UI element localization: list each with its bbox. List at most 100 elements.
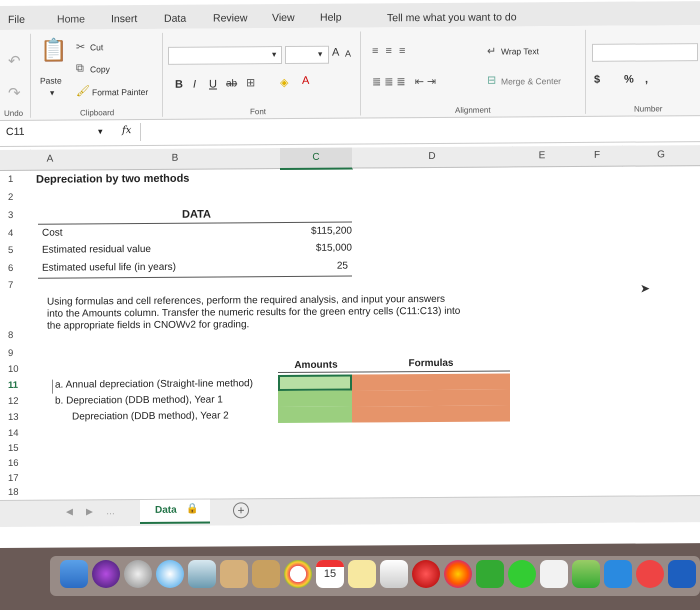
launchpad-icon[interactable] bbox=[124, 560, 152, 588]
shrink-font-button[interactable]: A bbox=[345, 49, 351, 59]
row-header[interactable]: 10 bbox=[8, 364, 28, 375]
percent-button[interactable]: % bbox=[624, 74, 634, 86]
strikethrough-button[interactable]: ab bbox=[226, 78, 237, 89]
scissors-icon[interactable]: ✂ bbox=[76, 40, 85, 53]
tab-view[interactable]: View bbox=[272, 12, 295, 24]
life-value[interactable]: 25 bbox=[280, 261, 348, 272]
numbers-icon[interactable] bbox=[572, 560, 600, 588]
tab-review[interactable]: Review bbox=[213, 12, 247, 24]
row-header[interactable]: 11 bbox=[8, 380, 28, 391]
row-header[interactable]: 9 bbox=[8, 348, 28, 359]
row-header[interactable]: 1 bbox=[8, 174, 28, 185]
amount-cell-c11[interactable] bbox=[278, 374, 352, 392]
amount-cell-c13[interactable] bbox=[278, 406, 352, 424]
pages-icon[interactable] bbox=[604, 560, 632, 588]
chrome-icon[interactable] bbox=[284, 560, 312, 588]
number-format-select[interactable] bbox=[592, 43, 698, 62]
ellipsis-icon[interactable]: … bbox=[106, 506, 115, 516]
formula-cell-d12[interactable] bbox=[352, 389, 510, 407]
column-header-a[interactable]: A bbox=[30, 149, 71, 171]
tab-file[interactable]: File bbox=[8, 14, 25, 26]
chevron-down-icon[interactable]: ▾ bbox=[98, 126, 103, 137]
reminders-icon[interactable] bbox=[380, 560, 408, 588]
row-header[interactable]: 18 bbox=[8, 487, 28, 498]
residual-value[interactable]: $15,000 bbox=[280, 243, 352, 255]
safari-icon[interactable] bbox=[156, 560, 184, 588]
row-header[interactable]: 15 bbox=[8, 443, 28, 454]
row-header[interactable]: 14 bbox=[8, 428, 28, 439]
stickies-icon[interactable] bbox=[348, 560, 376, 588]
column-header-d[interactable]: D bbox=[352, 146, 513, 169]
finder-icon[interactable] bbox=[60, 560, 88, 588]
insert-function-button[interactable]: fx bbox=[122, 125, 131, 136]
paste-button[interactable]: 📋 Paste ▾ bbox=[38, 38, 68, 98]
tab-data[interactable]: Data bbox=[164, 13, 186, 25]
redo-icon[interactable]: ↷ bbox=[8, 84, 21, 102]
copy-button[interactable]: Copy bbox=[90, 64, 110, 74]
add-sheet-button[interactable]: + bbox=[233, 502, 249, 519]
keynote-icon[interactable] bbox=[540, 560, 568, 588]
font-name-select[interactable] bbox=[168, 46, 282, 65]
paintbrush-icon[interactable]: 🖌 bbox=[76, 84, 90, 97]
chevron-down-icon[interactable]: ▾ bbox=[318, 49, 322, 60]
merge-center-button[interactable]: Merge & Center bbox=[501, 76, 561, 86]
italic-button[interactable]: I bbox=[193, 79, 196, 91]
messages-icon[interactable] bbox=[476, 560, 504, 588]
tab-insert[interactable]: Insert bbox=[111, 13, 137, 25]
mail-icon[interactable] bbox=[188, 560, 216, 588]
comma-button[interactable]: , bbox=[645, 73, 648, 85]
news-icon[interactable] bbox=[636, 560, 664, 588]
name-box[interactable]: C11 bbox=[6, 126, 24, 138]
column-header-f[interactable]: F bbox=[572, 145, 623, 168]
format-painter-button[interactable]: Format Painter bbox=[92, 87, 148, 97]
row-header[interactable]: 6 bbox=[8, 263, 28, 274]
horizontal-align-icons[interactable]: ≣≣≣ ⇤⇥ bbox=[372, 75, 439, 88]
row-header[interactable]: 13 bbox=[8, 412, 28, 423]
scroll-left-icon[interactable]: ◀ bbox=[66, 506, 73, 517]
cut-button[interactable]: Cut bbox=[90, 42, 103, 52]
row-header[interactable]: 4 bbox=[8, 228, 28, 239]
column-header-e[interactable]: E bbox=[512, 145, 573, 168]
row-header[interactable]: 7 bbox=[8, 280, 28, 291]
chevron-down-icon[interactable]: ▾ bbox=[272, 49, 276, 60]
tab-help[interactable]: Help bbox=[320, 12, 342, 24]
siri-icon[interactable] bbox=[92, 560, 120, 588]
font-size-select[interactable] bbox=[285, 45, 329, 65]
contacts-icon[interactable] bbox=[252, 560, 280, 588]
tell-me-search[interactable]: Tell me what you want to do bbox=[387, 11, 517, 24]
photo-booth-icon[interactable] bbox=[412, 560, 440, 588]
vertical-align-icons[interactable]: ≡ ≡ ≡ bbox=[372, 45, 407, 57]
photos-icon[interactable] bbox=[444, 560, 472, 588]
bold-button[interactable]: B bbox=[175, 79, 183, 91]
column-header-b[interactable]: B bbox=[70, 148, 281, 171]
facetime-icon[interactable] bbox=[508, 560, 536, 588]
row-header[interactable]: 8 bbox=[8, 330, 28, 341]
row-header[interactable]: 17 bbox=[8, 473, 28, 484]
select-all-corner[interactable] bbox=[0, 149, 31, 171]
column-header-g[interactable]: G bbox=[622, 145, 700, 167]
formula-cell-d11[interactable] bbox=[352, 373, 510, 391]
formula-input[interactable] bbox=[140, 119, 697, 142]
undo-icon[interactable]: ↶ bbox=[8, 52, 21, 70]
scroll-right-icon[interactable]: ▶ bbox=[86, 506, 93, 517]
copy-icon[interactable]: ⧉ bbox=[76, 62, 84, 75]
calendar-icon[interactable]: 15 bbox=[316, 560, 344, 588]
wrap-text-button[interactable]: Wrap Text bbox=[501, 46, 539, 56]
tab-home[interactable]: Home bbox=[57, 13, 85, 25]
fill-color-icon[interactable]: ◈ bbox=[280, 76, 288, 89]
sheet-tab-data[interactable]: Data 🔒 bbox=[140, 499, 210, 525]
row-header[interactable]: 16 bbox=[8, 458, 28, 469]
app-store-icon[interactable] bbox=[668, 560, 696, 588]
cost-value[interactable]: $115,200 bbox=[280, 226, 352, 238]
row-header[interactable]: 3 bbox=[8, 210, 28, 221]
currency-button[interactable]: $ bbox=[594, 74, 600, 86]
font-color-icon[interactable]: A bbox=[302, 75, 309, 87]
formula-cell-d13[interactable] bbox=[352, 405, 510, 423]
notes-icon[interactable] bbox=[220, 560, 248, 588]
column-header-c[interactable]: C bbox=[280, 147, 353, 171]
amount-cell-c12[interactable] bbox=[278, 390, 352, 408]
borders-icon[interactable]: ⊞ bbox=[246, 76, 255, 89]
grow-font-button[interactable]: A bbox=[332, 47, 339, 59]
row-header[interactable]: 2 bbox=[8, 192, 28, 203]
underline-button[interactable]: U bbox=[209, 78, 217, 90]
